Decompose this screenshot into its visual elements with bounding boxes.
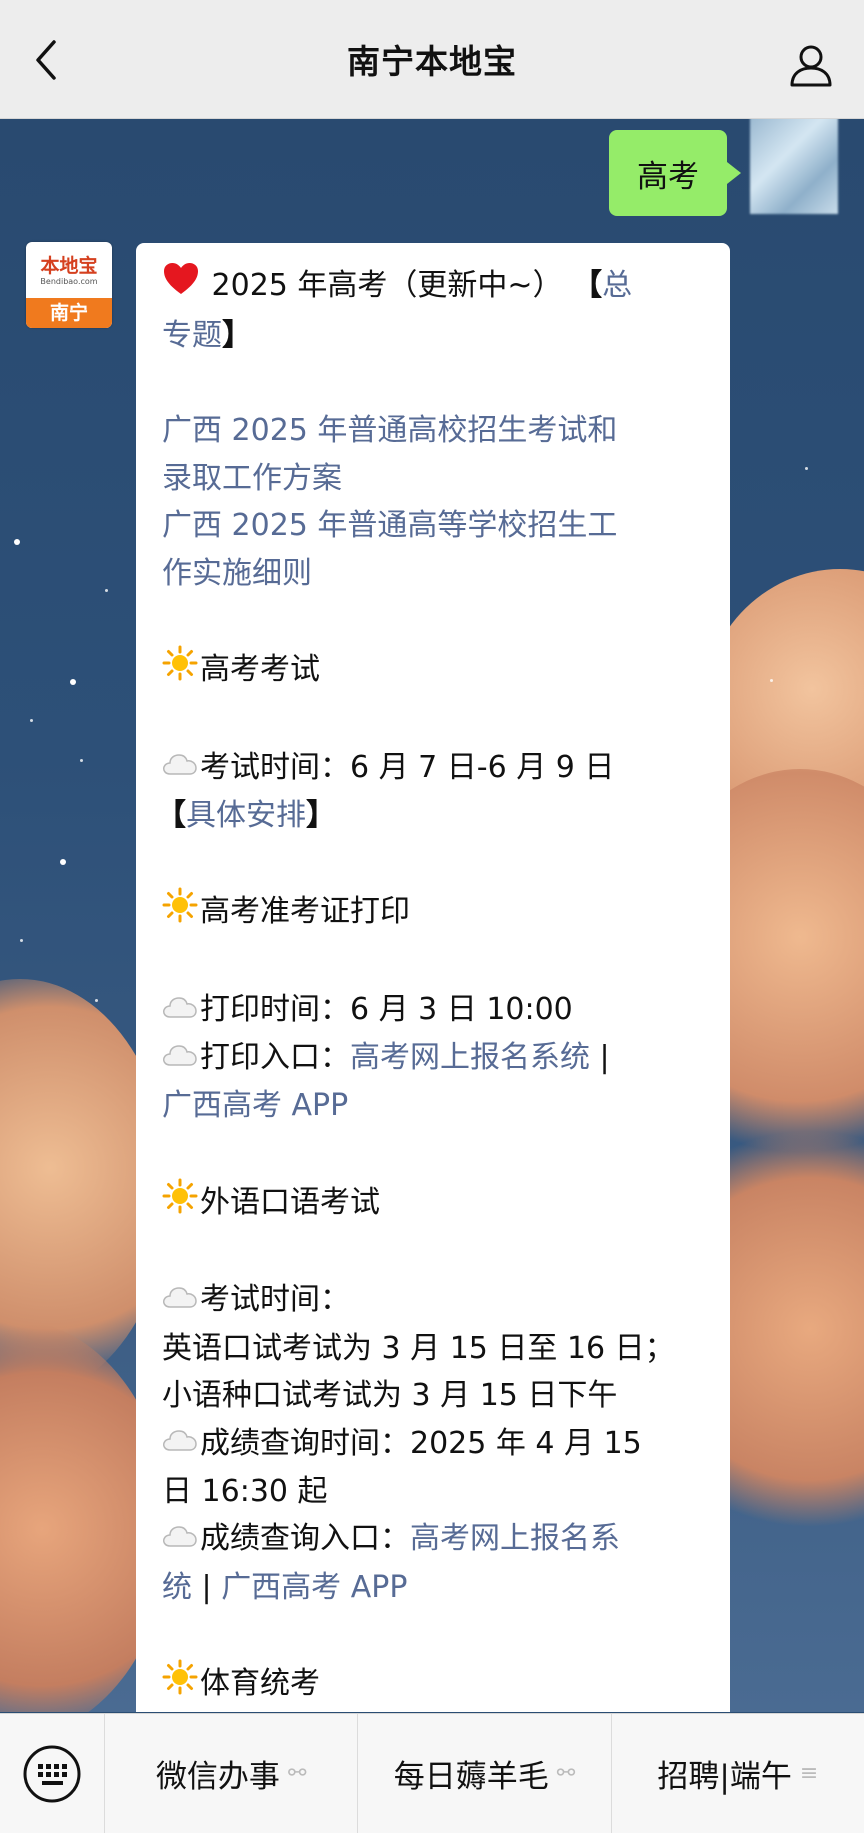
section-heading: 体育统考: [200, 1665, 320, 1701]
print-time-text: 打印时间：6 月 3 日 10:00: [200, 991, 573, 1027]
section-heading: 外语口语考试: [200, 1184, 380, 1220]
star-decoration: [30, 719, 33, 722]
score-query-time-text: 成绩查询时间：2025 年 4 月 15: [200, 1425, 642, 1461]
bracket: 【: [156, 797, 186, 833]
page-title: 南宁本地宝: [347, 42, 517, 81]
menu-item-jobs[interactable]: 招聘|端午 ≡: [610, 1714, 864, 1833]
bracket: 【: [572, 267, 603, 303]
separator: |: [192, 1569, 222, 1605]
link-icon: ⚯: [287, 1761, 307, 1786]
keyboard-toggle-button[interactable]: [0, 1714, 104, 1833]
heart-icon: [162, 261, 200, 312]
avatar-logo-subtext: Bendibao.com: [40, 276, 98, 286]
bottom-menu-bar: 微信办事 ⚯ 每日薅羊毛 ⚯ 招聘|端午 ≡: [0, 1713, 864, 1833]
star-decoration: [805, 467, 808, 470]
sun-icon: [162, 1178, 198, 1229]
star-decoration: [770, 679, 773, 682]
doc-link-implementation-rules-cont[interactable]: 作实施细则: [162, 556, 312, 591]
menu-item-label: 每日薅羊毛: [393, 1759, 549, 1795]
doc-link-admission-plan[interactable]: 广西 2025 年普通高校招生考试和: [162, 413, 617, 448]
sun-icon: [162, 645, 198, 696]
received-message-bubble: 2025 年高考（更新中~） 【总 专题】 广西 2025 年普通高校招生考试和…: [136, 243, 730, 1712]
cloud-icon: [162, 1277, 198, 1325]
star-decoration: [95, 999, 98, 1002]
star-decoration: [105, 589, 108, 592]
cloud-icon: [162, 1035, 198, 1083]
back-arrow-icon[interactable]: [28, 38, 68, 82]
score-entry-label: 成绩查询入口：: [200, 1521, 410, 1557]
avatar-logo-text: 本地宝: [40, 254, 98, 277]
cloud-icon: [162, 744, 198, 792]
section-heading: 高考准考证打印: [200, 894, 410, 929]
schedule-link[interactable]: 具体安排: [186, 798, 306, 833]
bracket: 】: [306, 797, 336, 833]
profile-icon[interactable]: [788, 42, 834, 88]
star-decoration: [14, 539, 20, 545]
menu-item-label: 微信办事: [155, 1759, 280, 1795]
print-entry-label: 打印入口：: [200, 1040, 350, 1075]
cloud-icon: [162, 1516, 198, 1564]
score-registration-system-link-cont[interactable]: 统: [162, 1570, 192, 1605]
doc-link-admission-plan-cont[interactable]: 录取工作方案: [162, 461, 342, 496]
score-guangxi-gaokao-app-link[interactable]: 广西高考 APP: [221, 1570, 407, 1605]
menu-item-label: 招聘|端午: [657, 1759, 792, 1795]
oral-exam-time-label: 考试时间：: [200, 1282, 350, 1318]
sent-message-text: 高考: [637, 158, 699, 195]
top-bar: 南宁本地宝: [0, 0, 864, 119]
keyboard-icon: [23, 1745, 81, 1802]
menu-item-daily-deals[interactable]: 每日薅羊毛 ⚯: [357, 1714, 610, 1833]
sun-icon: [162, 1659, 198, 1710]
bot-avatar[interactable]: 本地宝 Bendibao.com 南宁: [26, 242, 112, 328]
minor-language-oral-text: 小语种口试考试为 3 月 15 日下午: [162, 1378, 618, 1413]
topic-link[interactable]: 总: [602, 268, 632, 303]
registration-system-link[interactable]: 高考网上报名系统: [350, 1040, 590, 1075]
sent-message-bubble[interactable]: 高考: [609, 130, 741, 216]
menu-item-wechat-services[interactable]: 微信办事 ⚯: [104, 1714, 357, 1833]
score-registration-system-link[interactable]: 高考网上报名系: [410, 1521, 620, 1556]
topic-link-cont[interactable]: 专题: [162, 318, 222, 353]
star-decoration: [80, 759, 83, 762]
separator: |: [590, 1040, 610, 1075]
cloud-icon: [162, 987, 198, 1035]
sun-icon: [162, 887, 198, 938]
english-oral-text: 英语口试考试为 3 月 15 日至 16 日；: [162, 1330, 675, 1366]
bracket: 】: [222, 317, 252, 353]
exam-time-text: 考试时间：6 月 7 日-6 月 9 日: [200, 749, 615, 785]
link-icon: ⚯: [556, 1761, 576, 1786]
avatar-city-label: 南宁: [26, 298, 112, 328]
star-decoration: [20, 939, 23, 942]
topic-title: 2025 年高考（更新中~）: [211, 267, 563, 303]
cloud-icon: [162, 1420, 198, 1468]
section-heading: 高考考试: [200, 651, 320, 687]
score-query-time-text-cont: 日 16:30 起: [162, 1473, 328, 1509]
star-decoration: [70, 679, 76, 685]
guangxi-gaokao-app-link[interactable]: 广西高考 APP: [162, 1088, 348, 1123]
doc-link-implementation-rules[interactable]: 广西 2025 年普通高等学校招生工: [162, 508, 617, 543]
star-decoration: [60, 859, 66, 865]
submenu-icon: ≡: [799, 1761, 819, 1786]
user-avatar[interactable]: [750, 119, 838, 214]
